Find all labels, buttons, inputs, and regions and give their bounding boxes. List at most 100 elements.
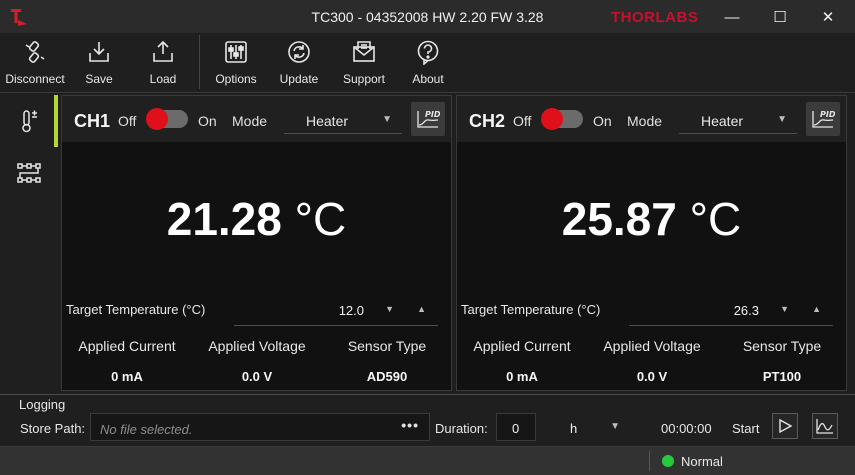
- minimize-button[interactable]: —: [712, 4, 752, 30]
- elapsed-time: 00:00:00: [661, 421, 712, 436]
- play-icon: [779, 418, 793, 434]
- channel-2-off-label: Off: [513, 113, 532, 129]
- start-logging-button[interactable]: [772, 413, 798, 439]
- channel-2-voltage-label: Applied Voltage: [603, 338, 701, 354]
- channel-1-sensor-value: AD590: [366, 369, 408, 384]
- maximize-button[interactable]: ☐: [760, 4, 800, 30]
- increment-arrow-icon[interactable]: ▲: [812, 304, 821, 314]
- channel-2-pid-button[interactable]: PID: [806, 102, 840, 136]
- browse-button[interactable]: •••: [401, 417, 419, 433]
- disconnect-label: Disconnect: [5, 72, 65, 86]
- channel-2-target-value: 26.3: [733, 303, 759, 318]
- channel-2-temperature: 25.87 °C: [457, 192, 846, 246]
- nav-item-sequence[interactable]: [0, 147, 58, 199]
- dropdown-arrow-icon: ▼: [777, 114, 787, 125]
- update-button[interactable]: Update: [276, 33, 322, 91]
- pid-icon: PID: [417, 110, 440, 128]
- logging-section: Logging Store Path: No file selected. ••…: [0, 394, 855, 444]
- load-label: Load: [149, 72, 177, 86]
- channel-1-target-label: Target Temperature (°C): [66, 302, 206, 317]
- toolbar: Disconnect Save Load Options Update Supp…: [0, 33, 855, 93]
- close-button[interactable]: ✕: [808, 4, 848, 30]
- status-divider: [649, 451, 650, 471]
- decrement-arrow-icon[interactable]: ▼: [385, 304, 394, 314]
- help-icon: [417, 40, 439, 65]
- temperature-control-icon: [22, 110, 37, 133]
- duration-label: Duration:: [435, 421, 488, 436]
- disconnect-icon: [25, 41, 45, 63]
- channel-1-output-toggle[interactable]: [146, 108, 188, 130]
- title-bar: TC300 - 04352008 HW 2.20 FW 3.28 THORLAB…: [0, 0, 855, 33]
- channel-1-mode-value: Heater: [306, 113, 349, 129]
- load-button[interactable]: Load: [142, 33, 184, 91]
- dropdown-arrow-icon: ▼: [382, 114, 392, 125]
- save-icon: [89, 42, 109, 62]
- logging-title: Logging: [19, 397, 66, 412]
- channel-1-mode-select[interactable]: Heater ▼: [284, 104, 402, 134]
- nav-active-indicator: [54, 95, 58, 147]
- channel-1-panel: CH1 Off On Mode Heater ▼ PID 21.28 °C Ta…: [61, 95, 452, 391]
- channel-1-temperature-unit: °C: [294, 193, 347, 245]
- show-graph-button[interactable]: [812, 413, 838, 439]
- channel-1-current-value: 0 mA: [111, 369, 143, 384]
- channel-2-panel: CH2 Off On Mode Heater ▼ PID 25.87 °C Ta…: [456, 95, 847, 391]
- about-label: About: [412, 72, 444, 86]
- channel-2-mode-label: Mode: [627, 113, 663, 129]
- support-button[interactable]: Support: [339, 33, 389, 91]
- toggle-knob: [541, 108, 563, 130]
- options-button[interactable]: Options: [212, 33, 260, 91]
- channel-1-temperature-value: 21.28: [166, 193, 282, 245]
- mail-icon: [353, 41, 375, 62]
- maximize-icon: ☐: [773, 9, 787, 26]
- channel-1-target-value: 12.0: [338, 303, 364, 318]
- channel-2-temperature-unit: °C: [689, 193, 742, 245]
- store-path-label: Store Path:: [20, 421, 86, 436]
- about-button[interactable]: About: [406, 33, 450, 91]
- channel-2-target-input[interactable]: 26.3 ▼ ▲: [629, 296, 833, 326]
- channel-1-temperature: 21.28 °C: [62, 192, 451, 246]
- channel-2-mode-select[interactable]: Heater ▼: [679, 104, 797, 134]
- start-label: Start: [732, 421, 760, 436]
- channel-1-label: CH1: [74, 111, 111, 131]
- channel-2-current-value: 0 mA: [506, 369, 538, 384]
- increment-arrow-icon[interactable]: ▲: [417, 304, 426, 314]
- status-bar: Normal: [0, 446, 855, 475]
- channel-1-target-input[interactable]: 12.0 ▼ ▲: [234, 296, 438, 326]
- disconnect-button[interactable]: Disconnect: [4, 33, 66, 91]
- channel-2-current-label: Applied Current: [473, 338, 571, 354]
- side-navigation: [0, 95, 58, 392]
- save-label: Save: [85, 72, 113, 86]
- channel-1-sensor-label: Sensor Type: [347, 338, 427, 354]
- channel-2-output-toggle[interactable]: [541, 108, 583, 130]
- save-button[interactable]: Save: [78, 33, 120, 91]
- channel-1-off-label: Off: [118, 113, 137, 129]
- channel-1-on-label: On: [198, 113, 217, 129]
- options-label: Options: [215, 72, 257, 86]
- svg-text:PID: PID: [820, 110, 835, 119]
- options-icon: [225, 41, 247, 63]
- channel-1-mode-label: Mode: [232, 113, 268, 129]
- status-indicator-icon: [662, 455, 674, 467]
- pid-icon: PID: [812, 110, 835, 128]
- update-label: Update: [279, 72, 319, 86]
- duration-value: 0: [512, 421, 520, 436]
- duration-unit-value: h: [570, 421, 578, 436]
- channel-2-label: CH2: [469, 111, 506, 131]
- brand-logo: THORLABS: [611, 9, 699, 26]
- duration-input[interactable]: 0: [496, 413, 536, 441]
- toggle-knob: [146, 108, 168, 130]
- duration-unit-select[interactable]: h ▼: [556, 413, 630, 441]
- chart-icon: [816, 419, 833, 434]
- channel-2-target-label: Target Temperature (°C): [461, 302, 601, 317]
- toolbar-divider: [199, 35, 200, 89]
- nav-item-temperature-control[interactable]: [0, 95, 58, 147]
- channel-1-pid-button[interactable]: PID: [411, 102, 445, 136]
- load-icon: [153, 40, 173, 62]
- store-path-input[interactable]: No file selected. •••: [90, 413, 430, 441]
- channel-2-voltage-value: 0.0 V: [636, 369, 668, 384]
- channel-2-on-label: On: [593, 113, 612, 129]
- channel-1-header: CH1 Off On Mode Heater ▼ PID: [62, 96, 451, 142]
- channel-2-sensor-value: PT100: [762, 369, 802, 384]
- logging-sequence-icon: [17, 163, 41, 183]
- decrement-arrow-icon[interactable]: ▼: [780, 304, 789, 314]
